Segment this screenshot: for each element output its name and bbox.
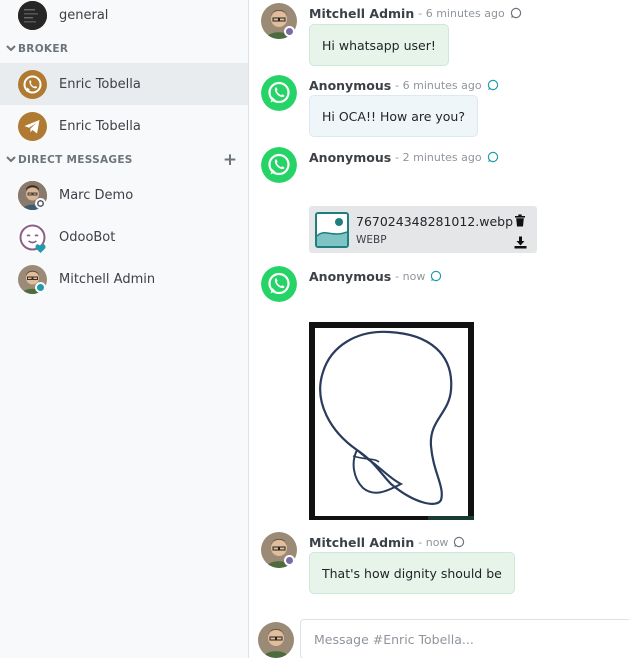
attachment-card[interactable]: 767024348281012.webp WEBP — [309, 206, 537, 253]
status-online-icon — [35, 282, 46, 293]
download-icon[interactable] — [514, 234, 527, 249]
sidebar-item-label: Enric Tobella — [59, 76, 141, 92]
message-bubble: Hi whatsapp user! — [309, 24, 449, 66]
sidebar-item-odoobot[interactable]: OdooBot — [0, 216, 248, 258]
sidebar-item-mitchell-admin[interactable]: Mitchell Admin — [0, 258, 248, 300]
category-label: BROKER — [18, 43, 69, 55]
sidebar-item-label: Mitchell Admin — [59, 271, 156, 287]
message-author[interactable]: Anonymous — [309, 269, 391, 284]
whatsapp-avatar-icon[interactable] — [261, 75, 297, 111]
whatsapp-icon — [487, 79, 498, 91]
message-header: Anonymous - 6 minutes ago — [309, 77, 499, 93]
message-time: - now — [395, 269, 426, 283]
status-away-icon — [284, 555, 295, 566]
channel-avatar — [18, 0, 47, 30]
sidebar-item-whatsapp-enric[interactable]: Enric Tobella — [0, 63, 248, 105]
whatsapp-icon — [431, 270, 442, 282]
sidebar: general BROKER Enric Tobella Enric Tobel… — [0, 0, 249, 658]
whatsapp-avatar-icon[interactable] — [261, 266, 297, 302]
image-attachment[interactable] — [309, 322, 474, 520]
whatsapp-icon — [510, 7, 521, 19]
message-time: - 2 minutes ago — [395, 150, 482, 164]
attachment-type: WEBP — [356, 234, 387, 246]
composer-avatar — [258, 622, 294, 658]
chevron-down-icon — [6, 156, 16, 163]
whatsapp-icon — [454, 536, 465, 548]
category-direct-messages[interactable]: DIRECT MESSAGES + — [0, 151, 248, 169]
sidebar-item-label: OdooBot — [59, 229, 116, 245]
message-time: - now — [418, 535, 449, 549]
message-author[interactable]: Mitchell Admin — [309, 535, 414, 550]
message-header: Anonymous - now — [309, 268, 442, 284]
sidebar-item-marc-demo[interactable]: Marc Demo — [0, 174, 248, 216]
sidebar-item-label: Marc Demo — [59, 187, 134, 203]
sidebar-item-telegram-enric[interactable]: Enric Tobella — [0, 105, 248, 147]
chevron-down-icon — [6, 45, 16, 52]
message-bubble: That's how dignity should be — [309, 552, 515, 594]
category-broker[interactable]: BROKER — [0, 40, 248, 58]
attachment-filename: 767024348281012.webp — [356, 214, 514, 229]
message-author[interactable]: Anonymous — [309, 78, 391, 93]
message-bubble: Hi OCA!! How are you? — [309, 95, 478, 137]
sidebar-item-label: general — [59, 7, 109, 23]
message-author[interactable]: Anonymous — [309, 150, 391, 165]
status-away-icon — [284, 26, 295, 37]
whatsapp-avatar-icon[interactable] — [261, 147, 297, 183]
message-author[interactable]: Mitchell Admin — [309, 6, 414, 21]
whatsapp-icon — [487, 151, 498, 163]
trash-icon[interactable] — [514, 212, 526, 227]
message-header: Mitchell Admin - now — [309, 534, 465, 550]
whatsapp-icon — [18, 69, 47, 99]
add-chat-button[interactable]: + — [222, 152, 238, 169]
telegram-icon — [18, 111, 47, 141]
discuss-app: general BROKER Enric Tobella Enric Tobel… — [0, 0, 629, 658]
heart-icon — [35, 239, 46, 253]
message-time: - 6 minutes ago — [395, 78, 482, 92]
message-header: Anonymous - 2 minutes ago — [309, 149, 499, 165]
image-file-icon — [315, 212, 349, 248]
category-label: DIRECT MESSAGES — [18, 154, 133, 166]
message-time: - 6 minutes ago — [418, 6, 505, 20]
message-input[interactable] — [300, 619, 629, 658]
message-header: Mitchell Admin - 6 minutes ago — [309, 5, 522, 21]
sidebar-item-label: Enric Tobella — [59, 118, 141, 134]
sidebar-item-general[interactable]: general — [0, 0, 248, 36]
status-away-icon — [35, 198, 46, 209]
